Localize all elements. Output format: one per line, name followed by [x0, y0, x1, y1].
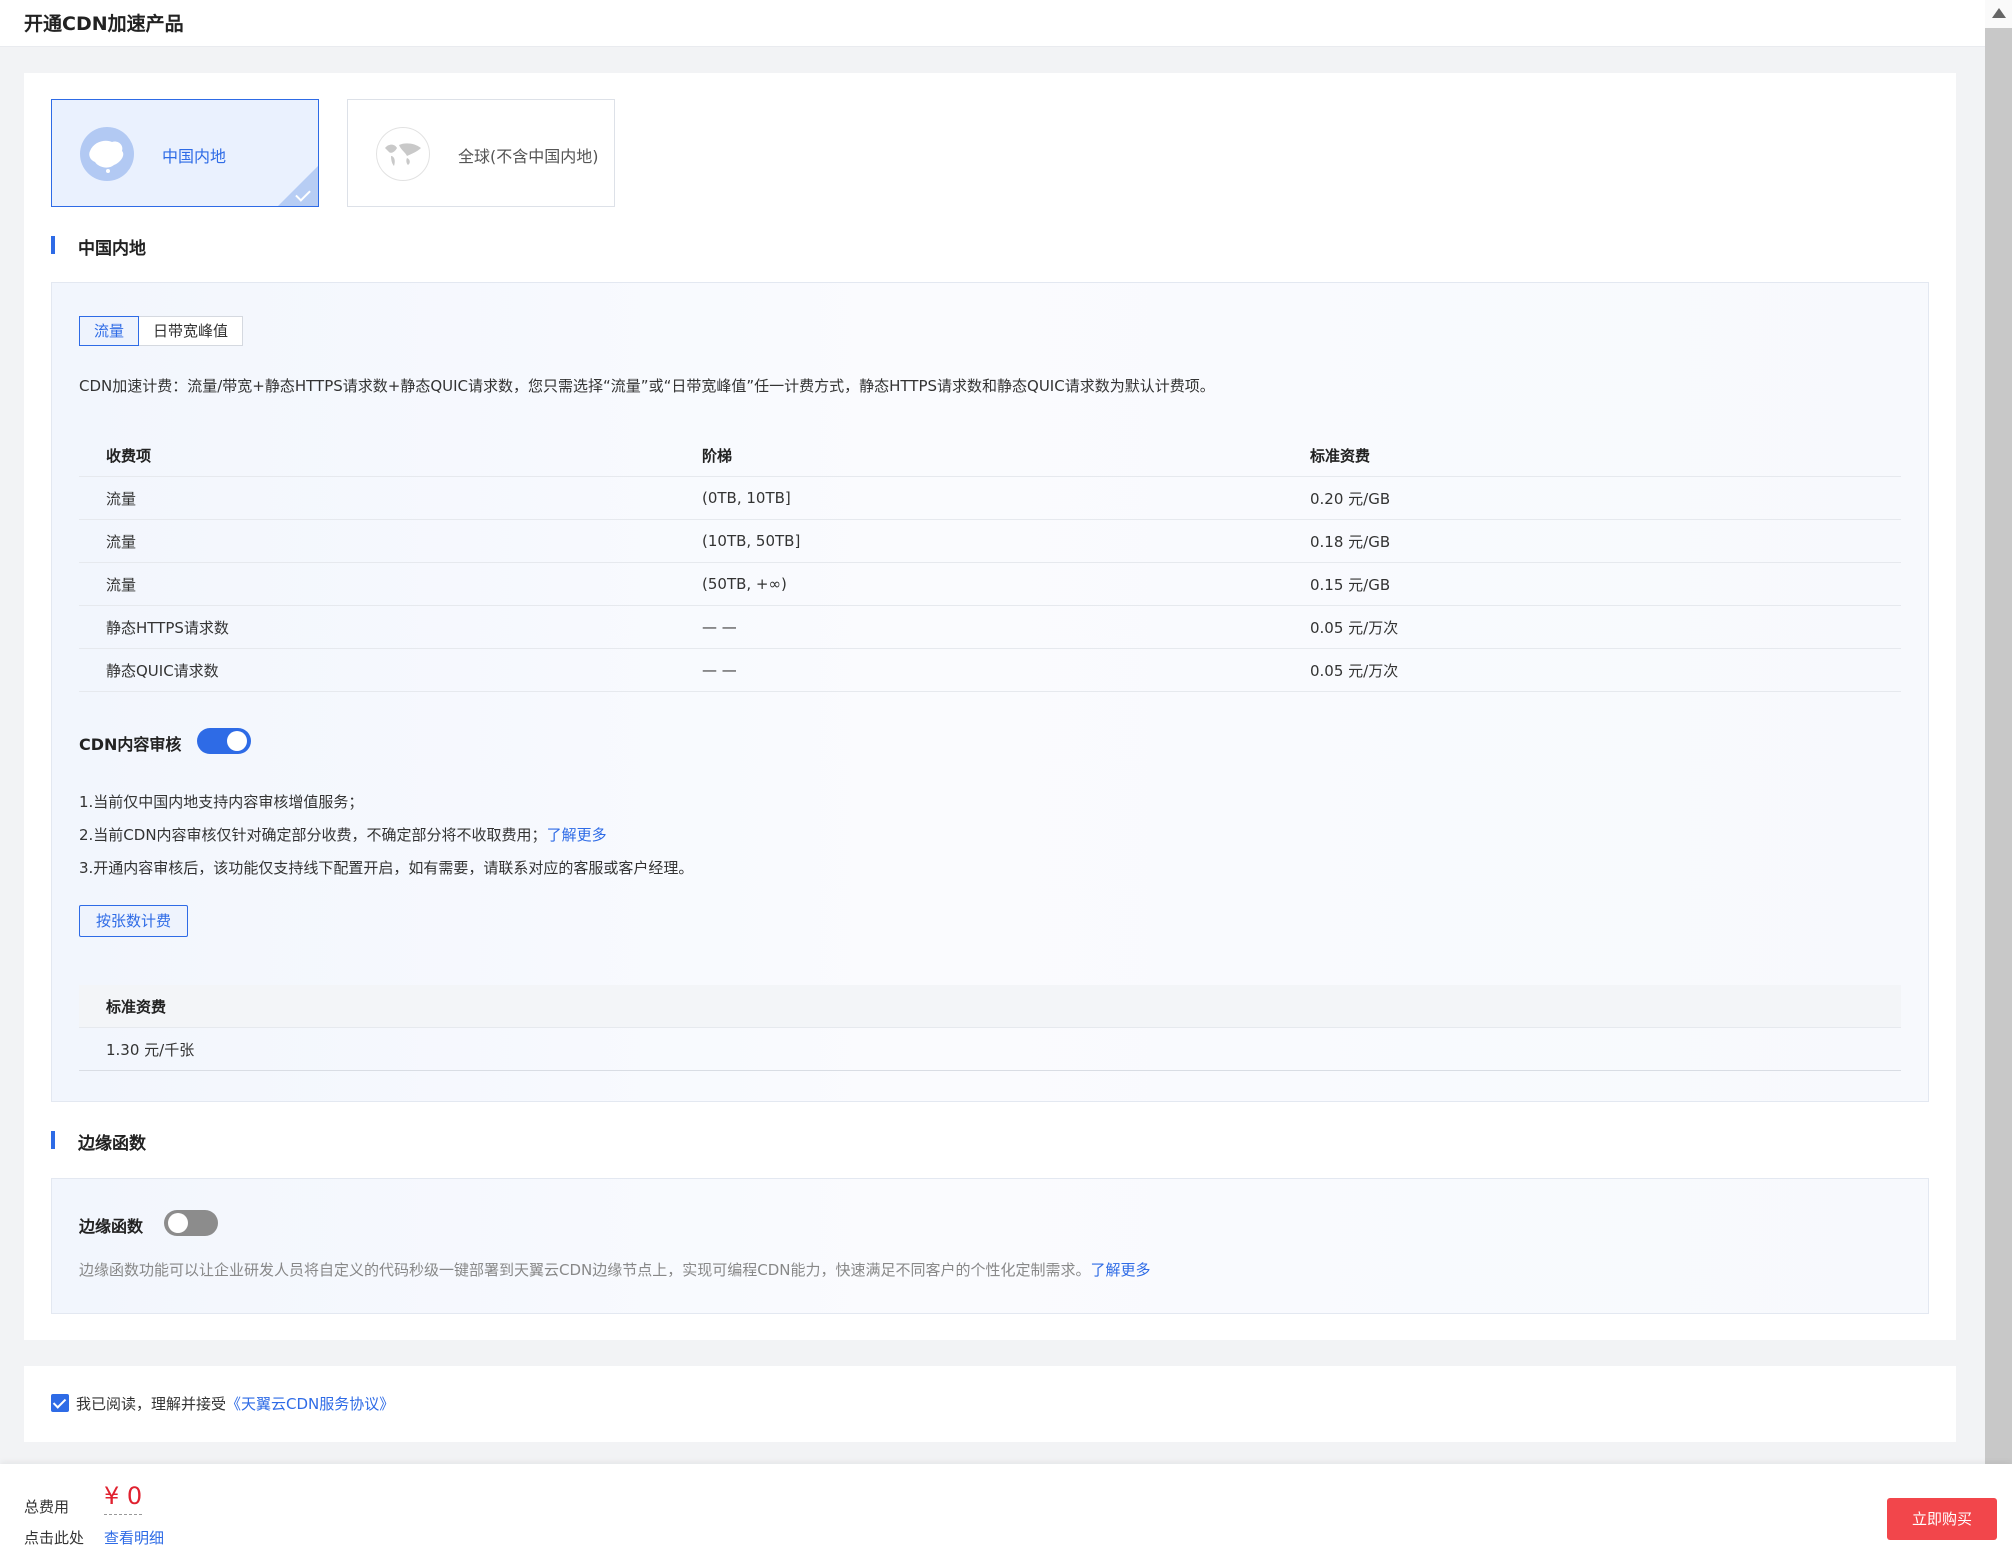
table-cell: — —: [675, 605, 1283, 649]
table-cell: 0.20 元/GB: [1283, 476, 1901, 520]
scrollbar-thumb[interactable]: [1985, 28, 2012, 1464]
audit-fee-table: 标准资费 1.30 元/千张: [79, 985, 1901, 1071]
audit-note-3: 3.开通内容审核后，该功能仅支持线下配置开启，如有需要，请联系对应的客服或客户经…: [79, 859, 694, 877]
agreement-label: 我已阅读，理解并接受: [76, 1395, 227, 1413]
edge-function-panel: 边缘函数 边缘函数功能可以让企业研发人员将自定义的代码秒级一键部署到天翼云CDN…: [51, 1178, 1929, 1314]
table-cell: 0.15 元/GB: [1283, 562, 1901, 606]
table-header-row: 标准资费: [79, 985, 1901, 1028]
billing-mode-tabs: 流量 日带宽峰值: [79, 316, 244, 346]
table-cell: 静态QUIC请求数: [79, 648, 675, 692]
china-map-icon: [80, 127, 134, 181]
column-header: 标准资费: [1310, 446, 1371, 465]
table-cell: — —: [675, 648, 1283, 692]
footer-bar: 总费用 ¥ 0 点击此处 查看明细 立即购买: [0, 1464, 2012, 1566]
table-row: 1.30 元/千张: [79, 1027, 1901, 1071]
billing-description: CDN加速计费：流量/带宽+静态HTTPS请求数+静态QUIC请求数，您只需选择…: [79, 377, 1215, 395]
table-cell: 0.05 元/万次: [1283, 605, 1901, 649]
tab-traffic[interactable]: 流量: [79, 316, 140, 346]
learn-more-link[interactable]: 了解更多: [547, 826, 607, 844]
edge-function-label: 边缘函数: [79, 1217, 144, 1236]
table-cell: 静态HTTPS请求数: [79, 605, 675, 649]
buy-now-button[interactable]: 立即购买: [1887, 1498, 1997, 1540]
page-title: 开通CDN加速产品: [24, 13, 184, 35]
table-cell: (10TB, 50TB]: [675, 519, 1283, 563]
table-row: 静态QUIC请求数 — — 0.05 元/万次: [79, 648, 1901, 692]
region-card-global[interactable]: 全球(不含中国内地): [347, 99, 615, 207]
table-row: 静态HTTPS请求数 — — 0.05 元/万次: [79, 605, 1901, 649]
edge-function-toggle[interactable]: [164, 1210, 218, 1236]
agreement-text: 我已阅读，理解并接受《天翼云CDN服务协议》: [76, 1393, 394, 1414]
edge-description-text: 边缘函数功能可以让企业研发人员将自定义的代码秒级一键部署到天翼云CDN边缘节点上…: [79, 1261, 1091, 1279]
detail-label: 点击此处: [24, 1529, 85, 1547]
audit-note-2-text: 2.当前CDN内容审核仅针对确定部分收费，不确定部分将不收取费用；: [79, 826, 547, 844]
table-cell: 流量: [79, 476, 675, 520]
config-card: 中国内地 全球(不含中国内地) 中国内地 流量 日带宽峰值 CDN加速计费：流量…: [24, 73, 1956, 1340]
scroll-up-icon[interactable]: [1992, 8, 2006, 18]
edge-function-description: 边缘函数功能可以让企业研发人员将自定义的代码秒级一键部署到天翼云CDN边缘节点上…: [79, 1259, 1151, 1280]
table-cell: 0.05 元/万次: [1283, 648, 1901, 692]
scrollbar[interactable]: [1985, 0, 2012, 1464]
table-cell: 1.30 元/千张: [79, 1027, 1901, 1071]
mainland-pricing-panel: 流量 日带宽峰值 CDN加速计费：流量/带宽+静态HTTPS请求数+静态QUIC…: [51, 282, 1929, 1102]
total-cost-value: ¥ 0: [104, 1482, 143, 1515]
price-table: 收费项 阶梯 标准资费 流量 (0TB, 10TB] 0.20 元/GB 流量 …: [79, 434, 1901, 692]
tab-daily-bandwidth-peak[interactable]: 日带宽峰值: [139, 316, 244, 346]
service-agreement-link[interactable]: 《天翼云CDN服务协议》: [226, 1395, 394, 1413]
content-audit-label: CDN内容审核: [79, 735, 182, 754]
table-row: 流量 (0TB, 10TB] 0.20 元/GB: [79, 476, 1901, 520]
toggle-knob: [227, 731, 247, 751]
world-map-icon: [376, 127, 430, 181]
column-header: 标准资费: [79, 985, 1901, 1028]
table-header-row: 收费项 阶梯 标准资费: [79, 434, 1901, 477]
per-image-billing-button[interactable]: 按张数计费: [79, 905, 189, 937]
view-details-link[interactable]: 查看明细: [104, 1527, 164, 1548]
column-header: 收费项: [106, 446, 152, 465]
section-title-mainland: 中国内地: [51, 234, 146, 259]
region-label: 中国内地: [162, 147, 227, 166]
selected-corner: [278, 166, 318, 206]
table-cell: (50TB, +∞): [675, 562, 1283, 606]
audit-note-1: 1.当前仅中国内地支持内容审核增值服务；: [79, 793, 364, 811]
page-header: 开通CDN加速产品: [0, 0, 1985, 47]
audit-note-2: 2.当前CDN内容审核仅针对确定部分收费，不确定部分将不收取费用；了解更多: [79, 824, 607, 845]
total-cost-label: 总费用: [24, 1498, 70, 1516]
toggle-knob: [168, 1213, 188, 1233]
table-cell: 流量: [79, 562, 675, 606]
table-cell: (0TB, 10TB]: [675, 476, 1283, 520]
region-label: 全球(不含中国内地): [458, 147, 599, 166]
table-cell: 0.18 元/GB: [1283, 519, 1901, 563]
table-cell: 流量: [79, 519, 675, 563]
table-row: 流量 (50TB, +∞) 0.15 元/GB: [79, 562, 1901, 606]
section-title-edge: 边缘函数: [51, 1129, 146, 1154]
column-header: 阶梯: [702, 446, 733, 465]
agreement-checkbox[interactable]: [51, 1394, 69, 1412]
learn-more-link[interactable]: 了解更多: [1091, 1261, 1151, 1279]
region-card-mainland[interactable]: 中国内地: [51, 99, 319, 207]
content-audit-toggle[interactable]: [197, 728, 251, 754]
table-row: 流量 (10TB, 50TB] 0.18 元/GB: [79, 519, 1901, 563]
agreement-card: 我已阅读，理解并接受《天翼云CDN服务协议》: [24, 1366, 1956, 1442]
